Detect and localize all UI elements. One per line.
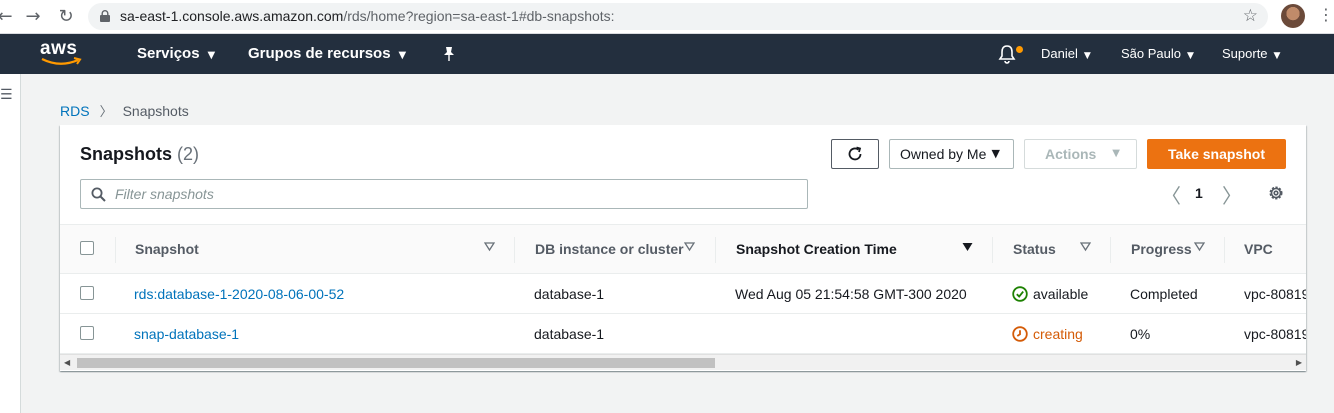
owner-filter-value: Owned by Me [900,146,987,162]
filter-snapshots-input[interactable] [115,185,795,203]
owner-filter-select[interactable]: Owned by Me ▼ [889,139,1014,169]
column-header-db-instance[interactable]: DB instance or cluster [535,241,684,257]
avatar[interactable] [1281,4,1305,28]
creation-time-cell: Wed Aug 05 21:54:58 GMT-300 2020 [735,286,967,302]
filter-box[interactable] [80,179,808,209]
aws-smile-icon [41,57,82,65]
panel-title-text: Snapshots [80,144,173,164]
db-instance-cell: database-1 [534,326,605,342]
breadcrumb-rds-link[interactable]: RDS [60,103,90,119]
aws-logo[interactable]: aws [40,38,84,68]
sort-icon[interactable] [1080,242,1091,252]
resource-groups-menu[interactable]: Grupos de recursos ▼ [248,45,406,62]
breadcrumb: RDS 〉 Snapshots [60,101,189,120]
services-label: Serviços [137,45,200,62]
aws-navbar: aws Serviços ▼ Grupos de recursos ▼ Daniel… [0,34,1334,74]
scroll-left-icon[interactable]: ◀ [64,358,70,367]
chevron-down-icon: ▼ [1083,51,1091,61]
column-separator [514,237,515,263]
url-path: /rds/home?region=sa-east-1#db-snapshots: [343,8,615,24]
reload-icon[interactable]: ↻ [55,6,77,28]
sort-icon[interactable] [1194,242,1205,252]
column-header-creation-time[interactable]: Snapshot Creation Time [736,241,897,257]
sort-icon[interactable] [684,242,695,252]
bookmark-star-icon[interactable]: ☆ [1243,6,1258,26]
column-separator [115,237,116,263]
vpc-cell: vpc-80819 [1244,286,1306,302]
scroll-right-icon[interactable]: ▶ [1296,358,1302,367]
snapshot-link[interactable]: rds:database-1-2020-08-06-00-52 [134,286,344,302]
support-menu[interactable]: Suporte ▼ [1222,46,1280,61]
notification-dot [1016,46,1023,53]
user-label: Daniel [1041,46,1078,61]
check-circle-icon [1012,286,1028,302]
row-checkbox[interactable] [80,286,94,300]
status-badge: creating [1033,326,1083,342]
progress-cell: 0% [1130,326,1151,342]
forward-icon[interactable]: → [22,6,44,28]
column-separator [715,237,716,263]
pin-icon[interactable] [442,46,456,62]
gear-icon[interactable] [1267,184,1285,202]
db-instance-cell: database-1 [534,286,605,302]
bell-icon[interactable] [998,44,1016,64]
current-page-number[interactable]: 1 [1195,185,1203,201]
horizontal-scrollbar[interactable]: ◀ ▶ [60,354,1306,370]
snapshots-panel: Snapshots (2) Owned by Me ▼ Actions ▼ Take… [60,125,1306,371]
chevron-down-icon: ▼ [207,50,216,61]
menu-icon[interactable]: ☰ [0,87,13,103]
address-bar[interactable]: sa-east-1.console.aws.amazon.com/rds/hom… [88,3,1268,30]
previous-page-icon[interactable]: 〈 [1161,180,1181,209]
url-host: sa-east-1.console.aws.amazon.com [120,8,344,24]
region-menu[interactable]: São Paulo ▼ [1121,46,1194,61]
snapshot-count: (2) [177,144,200,164]
scrollbar-thumb[interactable] [77,358,715,368]
column-header-vpc[interactable]: VPC [1244,241,1273,257]
chevron-down-icon: ▼ [1187,51,1194,61]
actions-button[interactable]: Actions ▼ [1024,139,1137,169]
page-title: Snapshots (2) [80,144,199,165]
search-icon [91,187,106,202]
column-header-progress[interactable]: Progress [1131,241,1192,257]
column-separator [1110,237,1111,263]
table-row[interactable]: snap-database-1 database-1 creating 0% v… [60,314,1306,354]
sort-desc-icon[interactable] [962,242,973,252]
chevron-down-icon: ▼ [398,50,407,61]
chevron-right-icon: 〉 [99,105,113,120]
progress-cell: Completed [1130,286,1198,302]
chevron-down-icon: ▼ [1273,51,1281,61]
lock-icon [100,10,110,22]
select-all-checkbox[interactable] [80,241,94,255]
table-header: Snapshot DB instance or cluster Snapshot… [60,224,1306,274]
resource-groups-label: Grupos de recursos [248,45,391,62]
next-page-icon[interactable]: 〉 [1222,180,1242,209]
clock-icon [1012,326,1028,342]
breadcrumb-current: Snapshots [122,103,189,119]
caret-down-icon: ▼ [1112,148,1120,159]
user-menu[interactable]: Daniel ▼ [1041,46,1091,61]
actions-label: Actions [1045,146,1097,162]
back-icon[interactable]: ← [0,6,16,28]
sort-icon[interactable] [484,242,495,252]
browser-menu-icon[interactable]: ⋮ [1318,5,1334,24]
status-badge: available [1033,286,1089,302]
row-checkbox[interactable] [80,326,94,340]
column-separator [992,237,993,263]
take-snapshot-button[interactable]: Take snapshot [1147,139,1286,169]
refresh-icon [848,146,862,161]
column-header-snapshot[interactable]: Snapshot [135,241,199,257]
caret-down-icon: ▼ [991,147,1000,160]
table-row[interactable]: rds:database-1-2020-08-06-00-52 database… [60,274,1306,314]
vpc-cell: vpc-80819 [1244,326,1306,342]
refresh-button[interactable] [831,139,879,169]
column-header-status[interactable]: Status [1013,241,1056,257]
snapshot-link[interactable]: snap-database-1 [134,326,239,342]
browser-toolbar: ← → ↻ sa-east-1.console.aws.amazon.com/r… [0,0,1334,34]
sidebar-collapsed: ☰ [0,74,21,413]
region-label: São Paulo [1121,46,1181,61]
services-menu[interactable]: Serviços ▼ [137,45,215,62]
support-label: Suporte [1222,46,1268,61]
column-separator [1224,237,1225,263]
